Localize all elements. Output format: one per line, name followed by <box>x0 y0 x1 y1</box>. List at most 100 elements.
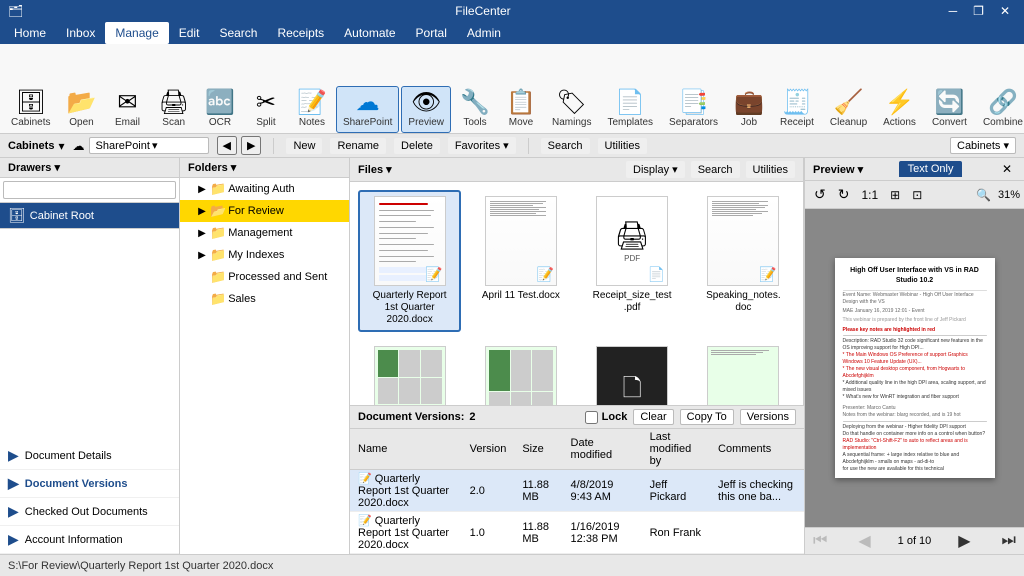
document-details-item[interactable]: ▶ Document Details <box>0 442 179 470</box>
ribbon-tools[interactable]: 🔧 Tools <box>453 86 497 133</box>
display-button[interactable]: Display ▾ <box>626 161 685 178</box>
menu-manage[interactable]: Manage <box>105 22 168 44</box>
fit-button[interactable]: 1:1 <box>856 186 883 204</box>
ribbon-receipt[interactable]: 🧾 Receipt <box>773 86 821 133</box>
file-april-test[interactable]: 📝 April 11 Test.docx <box>469 190 572 332</box>
zoom-out-button[interactable]: 🔍 <box>971 186 996 204</box>
account-arrow: ▶ <box>8 531 19 548</box>
file-receipt-test[interactable]: 🖨 PDF 📄 Receipt_size_test.pdf <box>581 190 684 332</box>
version-1-date: 4/8/2019 9:43 AM <box>563 470 642 512</box>
version-row-1[interactable]: 📝 Quarterly Report 1st Quarter 2020.docx… <box>350 470 804 512</box>
ribbon-cleanup[interactable]: 🧹 Cleanup <box>823 86 874 133</box>
ribbon-convert[interactable]: 🔄 Convert <box>925 86 974 133</box>
ribbon-scan[interactable]: 🖨 Scan <box>151 86 195 133</box>
checked-out-docs-item[interactable]: ▶ Checked Out Documents <box>0 498 179 526</box>
ribbon-preview[interactable]: 👁 Preview <box>401 86 451 133</box>
rename-button[interactable]: Rename <box>330 138 386 154</box>
sharepoint-dropdown[interactable]: SharePoint ▾ <box>89 137 209 154</box>
clear-button[interactable]: Clear <box>633 409 673 425</box>
ribbon-sharepoint[interactable]: ☁ SharePoint <box>336 86 399 133</box>
nav-back-button[interactable]: ◀ <box>217 136 237 155</box>
rotate-left-button[interactable]: ↺ <box>809 184 831 205</box>
version-2-by: Ron Frank <box>642 512 710 554</box>
minimize-button[interactable]: ─ <box>943 0 964 22</box>
document-versions-item[interactable]: ▶ Document Versions <box>0 470 179 498</box>
ribbon-notes[interactable]: 📝 Notes <box>290 86 334 133</box>
versions-count: 2 <box>469 411 475 423</box>
menu-inbox[interactable]: Inbox <box>56 22 105 44</box>
file-multipage[interactable]: 🗋 📄 MultiPage <box>581 340 684 405</box>
ribbon-templates[interactable]: 📄 Templates <box>600 86 660 133</box>
copy-to-button[interactable]: Copy To <box>680 409 734 425</box>
files-utilities-button[interactable]: Utilities <box>746 161 795 178</box>
fit-page-button[interactable]: ⊡ <box>907 186 927 204</box>
menu-receipts[interactable]: Receipts <box>267 22 334 44</box>
ribbon-open[interactable]: 📂 Open <box>59 86 103 133</box>
ribbon-email[interactable]: ✉ Email <box>105 86 149 133</box>
nav-last-button[interactable]: ⏭ <box>998 532 1020 550</box>
file-completed[interactable]: 📄 Completed <box>692 340 795 405</box>
account-information-item[interactable]: ▶ Account Information <box>0 526 179 554</box>
utilities-button[interactable]: Utilities <box>598 138 647 154</box>
menu-portal[interactable]: Portal <box>406 22 457 44</box>
file-dms-a[interactable]: 📊 DMS_A.xlsx <box>358 340 461 405</box>
rotate-right-button[interactable]: ↻ <box>833 184 855 205</box>
ribbon-ocr[interactable]: 🔤 OCR <box>198 86 242 133</box>
ribbon-job[interactable]: 💼 Job <box>727 86 771 133</box>
lock-checkbox[interactable] <box>585 411 598 424</box>
close-button[interactable]: ✕ <box>994 0 1016 22</box>
versions-button[interactable]: Versions <box>740 409 796 425</box>
file-efc-acct[interactable]: 📊 EFC_ACCT-02.xlsx <box>469 340 572 405</box>
menu-bar: Home Inbox Manage Edit Search Receipts A… <box>0 22 1024 44</box>
folder-my-indexes[interactable]: ▶ 📁 My Indexes <box>180 244 349 266</box>
preview-close-button[interactable]: ✕ <box>998 162 1016 176</box>
files-search-button[interactable]: Search <box>691 161 740 178</box>
receipt-icon: 🧾 <box>782 91 812 115</box>
ribbon-actions[interactable]: ⚡ Actions <box>876 86 923 133</box>
file-speaking-notes[interactable]: 📝 Speaking_notes.doc <box>692 190 795 332</box>
folder-processed-sent[interactable]: 📁 Processed and Sent <box>180 266 349 288</box>
folders-title[interactable]: Folders ▾ <box>188 161 236 174</box>
drawers-title[interactable]: Drawers ▾ <box>8 161 60 174</box>
folder-for-review[interactable]: ▶ 📂 For Review <box>180 200 349 222</box>
nav-first-button[interactable]: ⏮ <box>809 532 831 550</box>
folder-management[interactable]: ▶ 📁 Management <box>180 222 349 244</box>
nav-forward-button[interactable]: ▶ <box>241 136 261 155</box>
version-row-2[interactable]: 📝 Quarterly Report 1st Quarter 2020.docx… <box>350 512 804 554</box>
ribbon-combine[interactable]: 🔗 Combine <box>976 86 1024 133</box>
files-header[interactable]: Files ▾ <box>358 163 392 176</box>
menu-home[interactable]: Home <box>4 22 56 44</box>
cabinets-right-dropdown[interactable]: Cabinets ▾ <box>950 137 1016 154</box>
ribbon-namings[interactable]: 🏷 Namings <box>545 86 598 133</box>
drawer-search-input[interactable] <box>3 181 176 199</box>
folders-panel: Folders ▾ ▶ 📁 Awaiting Auth ▶ 📂 For Revi… <box>180 158 350 554</box>
restore-button[interactable]: ❐ <box>967 0 990 22</box>
delete-button[interactable]: Delete <box>394 138 440 154</box>
sharepoint-icon: ☁ <box>356 91 380 115</box>
menu-automate[interactable]: Automate <box>334 22 405 44</box>
nav-next-button[interactable]: ▶ <box>954 531 974 551</box>
preview-panel: Preview ▾ Text Only ✕ ↺ ↻ 1:1 ⊞ ⊡ 🔍 31% … <box>804 158 1024 554</box>
search-button[interactable]: Search <box>541 138 590 154</box>
folder-awaiting-auth[interactable]: ▶ 📁 Awaiting Auth <box>180 178 349 200</box>
versions-toolbar-buttons: Lock Clear Copy To Versions <box>585 409 796 425</box>
menu-admin[interactable]: Admin <box>457 22 511 44</box>
favorites-button[interactable]: Favorites ▾ <box>448 137 516 154</box>
ribbon-separators[interactable]: 📑 Separators <box>662 86 725 133</box>
version-1-version: 2.0 <box>462 470 515 512</box>
ribbon-move[interactable]: 📋 Move <box>499 86 543 133</box>
file-quarterly-report[interactable]: 📝 Quarterly Report 1st Quarter 2020.docx <box>358 190 461 332</box>
ribbon-split[interactable]: ✂ Split <box>244 86 288 133</box>
fit-width-button[interactable]: ⊞ <box>885 186 905 204</box>
new-button[interactable]: New <box>286 138 322 154</box>
nav-prev-button[interactable]: ◀ <box>854 531 874 551</box>
menu-search[interactable]: Search <box>209 22 267 44</box>
ribbon-cabinets[interactable]: 🗄 Cabinets <box>4 86 57 133</box>
folder-sales[interactable]: 📁 Sales <box>180 288 349 310</box>
actions-label: Actions <box>883 117 916 128</box>
ribbon: 🗄 Cabinets 📂 Open ✉ Email 🖨 Scan 🔤 OCR ✂… <box>0 44 1024 134</box>
main-area: Drawers ▾ 🗄 Cabinet Root ▶ Document Deta… <box>0 158 1024 554</box>
menu-edit[interactable]: Edit <box>169 22 210 44</box>
preview-tab-text-only[interactable]: Text Only <box>899 161 963 177</box>
cabinet-root-item[interactable]: 🗄 Cabinet Root <box>0 203 179 228</box>
